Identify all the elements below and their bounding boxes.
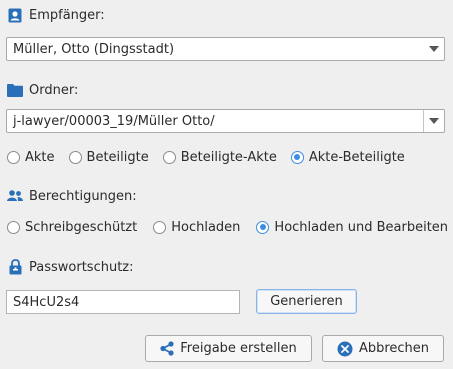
folder-label: Ordner: [29,82,79,98]
radio-label: Beteiligte-Akte [180,149,277,165]
close-icon [337,341,353,357]
password-value: S4HcU2s4 [13,294,80,310]
radio-label: Akte-Beteiligte [308,149,405,165]
permissions-label: Berechtigungen: [29,188,137,204]
radio-label: Schreibgeschützt [25,219,138,235]
cancel-label: Abbrechen [358,341,430,356]
radio-label: Hochladen [171,219,241,235]
password-input[interactable]: S4HcU2s4 [6,290,240,314]
share-icon [160,341,174,356]
radio-circle-checked[interactable] [256,220,270,234]
chevron-down-icon[interactable] [424,38,444,60]
folder-icon [7,82,23,98]
folder-path-input[interactable]: j-lawyer/00003_19/Müller Otto/ [7,114,423,129]
lock-icon [7,259,23,275]
recipient-label-row: Empfänger: [7,5,105,25]
radio-circle-checked[interactable] [290,150,304,164]
generate-password-button[interactable]: Generieren [256,289,357,314]
contact-card-icon [7,7,23,23]
radio-label: Hochladen und Bearbeiten [274,219,449,235]
radio-akte-beteiligte[interactable]: Akte-Beteiligte [290,149,405,165]
recipient-label: Empfänger: [29,7,105,23]
radio-hochladen[interactable]: Hochladen [153,220,240,235]
radio-beteiligte-akte[interactable]: Beteiligte-Akte [162,149,277,165]
password-label-row: Passwortschutz: [7,257,134,277]
password-label: Passwortschutz: [29,259,134,275]
permissions-options: Schreibgeschützt Hochladen Hochladen und… [7,217,448,237]
generate-password-label: Generieren [270,294,343,309]
cancel-button[interactable]: Abbrechen [322,335,444,362]
chevron-down-icon[interactable] [423,110,444,132]
radio-circle[interactable] [7,150,20,164]
permissions-label-row: Berechtigungen: [7,186,137,206]
radio-circle[interactable] [68,150,82,164]
folder-label-row: Ordner: [7,80,78,100]
users-icon [7,188,23,204]
folder-structure-options: Akte Beteiligte Beteiligte-Akte Akte-Bet… [7,147,419,167]
folder-path-combo[interactable]: j-lawyer/00003_19/Müller Otto/ [6,109,445,133]
radio-beteiligte[interactable]: Beteiligte [68,149,149,165]
recipient-select-value: Müller, Otto (Dingsstadt) [13,41,175,57]
radio-akte[interactable]: Akte [7,150,55,165]
recipient-select[interactable]: Müller, Otto (Dingsstadt) [6,37,445,61]
radio-hochladen-und-bearbeiten[interactable]: Hochladen und Bearbeiten [256,220,448,235]
create-share-button[interactable]: Freigabe erstellen [145,335,312,362]
radio-circle[interactable] [153,220,167,234]
radio-label: Beteiligte [86,149,149,165]
create-share-label: Freigabe erstellen [180,341,297,356]
radio-circle[interactable] [162,150,176,164]
radio-circle[interactable] [7,220,20,234]
radio-label: Akte [25,149,55,165]
radio-schreibgeschuetzt[interactable]: Schreibgeschützt [7,220,137,235]
